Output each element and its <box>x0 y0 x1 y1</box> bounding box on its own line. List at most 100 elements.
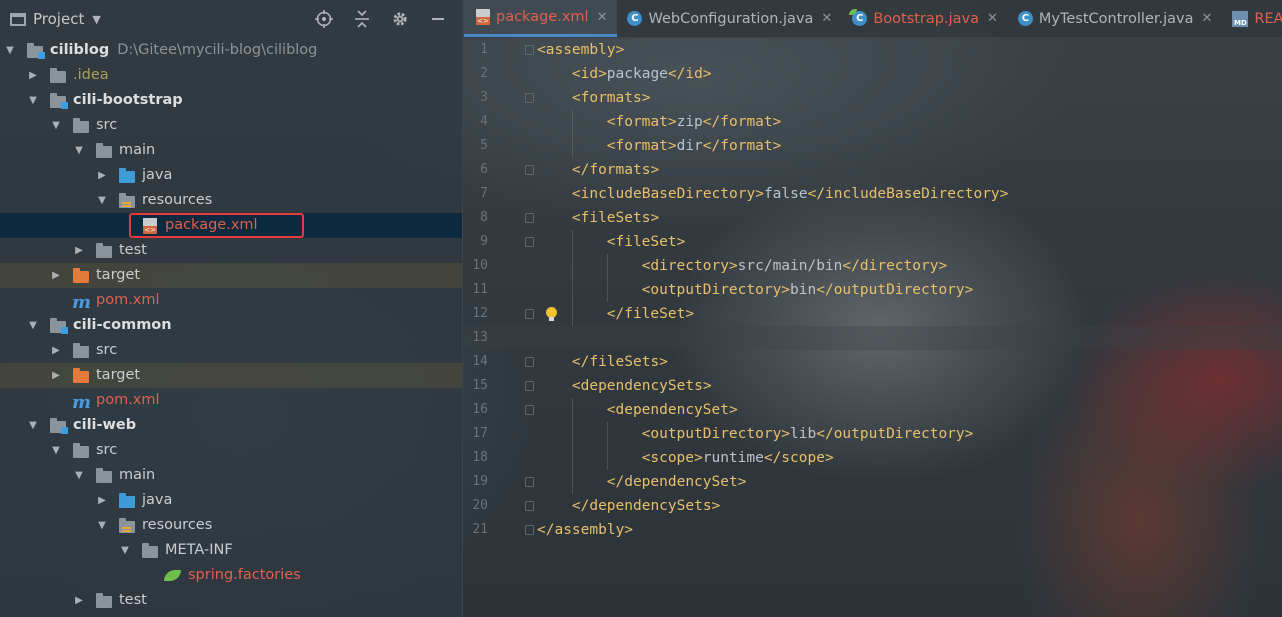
tree-item[interactable]: ▼ main <box>0 463 462 488</box>
code-line[interactable]: 14 </fileSets> <box>464 350 1282 374</box>
tree-item[interactable]: ▼ resources <box>0 513 462 538</box>
code-line[interactable]: 9 <fileSet> <box>464 230 1282 254</box>
code-line[interactable]: 4 <format>zip</format> <box>464 110 1282 134</box>
expanded-arrow-icon[interactable]: ▼ <box>96 188 108 213</box>
code-line[interactable]: 20 </dependencySets> <box>464 494 1282 518</box>
tree-item[interactable]: ▼ META-INF <box>0 538 462 563</box>
close-icon[interactable]: ✕ <box>987 11 998 26</box>
editor-tab[interactable]: MD README <box>1222 0 1282 37</box>
tree-item[interactable]: ▶ src <box>0 338 462 363</box>
tree-item[interactable]: ▶ target <box>0 263 462 288</box>
code-line[interactable]: 2 <id>package</id> <box>464 62 1282 86</box>
collapsed-arrow-icon[interactable]: ▶ <box>96 163 108 188</box>
tree-item[interactable]: ▶ test <box>0 588 462 613</box>
close-icon[interactable]: ✕ <box>1202 11 1213 26</box>
tree-item-label: main <box>119 467 156 483</box>
project-view-selector[interactable]: Project <box>33 10 84 28</box>
close-icon[interactable]: ✕ <box>597 10 608 25</box>
editor-tab[interactable]: C Bootstrap.java ✕ <box>842 0 1008 37</box>
code-line[interactable]: 19 </dependencySet> <box>464 470 1282 494</box>
tree-item[interactable]: ▶mpom.xml <box>0 288 462 313</box>
code-line[interactable]: 11 <outputDirectory>bin</outputDirectory> <box>464 278 1282 302</box>
code-line[interactable]: 8 <fileSets> <box>464 206 1282 230</box>
code-line[interactable]: 3 <formats> <box>464 86 1282 110</box>
collapsed-arrow-icon[interactable]: ▶ <box>73 238 85 263</box>
tree-item[interactable]: ▼ ciliblog D:\Gitee\mycili-blog\ciliblog <box>0 38 462 63</box>
editor-tab[interactable]: package.xml ✕ <box>464 0 618 37</box>
fold-marker-icon[interactable] <box>525 405 534 415</box>
collapse-all-button[interactable] <box>352 9 372 29</box>
code-line[interactable]: 1 <assembly> <box>464 38 1282 62</box>
fold-marker-icon[interactable] <box>525 477 534 487</box>
code-line[interactable]: 21 </assembly> <box>464 518 1282 542</box>
code-line[interactable]: 17 <outputDirectory>lib</outputDirectory> <box>464 422 1282 446</box>
expanded-arrow-icon[interactable]: ▼ <box>27 413 39 438</box>
chevron-down-icon[interactable]: ▼ <box>92 13 100 26</box>
collapsed-arrow-icon[interactable]: ▶ <box>96 488 108 513</box>
expanded-arrow-icon[interactable]: ▼ <box>50 438 62 463</box>
code-line[interactable]: 10 <directory>src/main/bin</directory> <box>464 254 1282 278</box>
fold-marker-icon[interactable] <box>525 93 534 103</box>
settings-button[interactable] <box>390 9 410 29</box>
tree-item[interactable]: ▶mpom.xml <box>0 388 462 413</box>
fold-marker-icon[interactable] <box>525 237 534 247</box>
locate-file-button[interactable] <box>314 9 334 29</box>
tree-item[interactable]: ▶ target <box>0 363 462 388</box>
expanded-arrow-icon[interactable]: ▼ <box>50 113 62 138</box>
tree-item[interactable]: ▶spring.factories <box>0 563 462 588</box>
tree-item[interactable]: ▶ java <box>0 163 462 188</box>
fold-marker-icon[interactable] <box>525 357 534 367</box>
fold-marker-icon[interactable] <box>525 309 534 319</box>
fold-marker-icon[interactable] <box>525 165 534 175</box>
expanded-arrow-icon[interactable]: ▼ <box>73 463 85 488</box>
code-line[interactable]: 7 <includeBaseDirectory>false</includeBas… <box>464 182 1282 206</box>
project-tree[interactable]: ▼ ciliblog D:\Gitee\mycili-blog\ciliblog ▶.… <box>0 38 462 613</box>
collapsed-arrow-icon[interactable]: ▶ <box>50 263 62 288</box>
fold-marker-icon[interactable] <box>525 525 534 535</box>
tree-item[interactable]: ▶ test <box>0 238 462 263</box>
expanded-arrow-icon[interactable]: ▼ <box>27 313 39 338</box>
tree-item[interactable]: ▼ main <box>0 138 462 163</box>
code-line[interactable]: 16 <dependencySet> <box>464 398 1282 422</box>
expanded-arrow-icon[interactable]: ▼ <box>96 513 108 538</box>
collapsed-arrow-icon[interactable]: ▶ <box>50 338 62 363</box>
tree-item-label: resources <box>142 517 213 533</box>
code-line[interactable]: 15 <dependencySets> <box>464 374 1282 398</box>
tree-item[interactable]: ▼ cili-common <box>0 313 462 338</box>
lightbulb-icon[interactable] <box>545 307 558 321</box>
code-line[interactable]: 12 </fileSet> <box>464 302 1282 326</box>
tree-item[interactable]: ▼ cili-web <box>0 413 462 438</box>
collapsed-arrow-icon[interactable]: ▶ <box>73 588 85 613</box>
fold-marker-icon[interactable] <box>525 213 534 223</box>
expanded-arrow-icon[interactable]: ▼ <box>4 38 16 63</box>
fold-marker-icon[interactable] <box>525 501 534 511</box>
tree-item[interactable]: ▶ java <box>0 488 462 513</box>
fold-marker-icon[interactable] <box>525 45 534 55</box>
expanded-arrow-icon[interactable]: ▼ <box>119 538 131 563</box>
tree-item-label: cili-common <box>73 317 172 333</box>
code-editor[interactable]: 1 <assembly> 2 <id>package</id> 3 <formats> 4 <… <box>464 38 1282 617</box>
tree-item[interactable]: ▼ src <box>0 438 462 463</box>
editor-tab[interactable]: C MyTestController.java ✕ <box>1008 0 1223 37</box>
code-line[interactable]: 6 </formats> <box>464 158 1282 182</box>
code-line[interactable]: 5 <format>dir</format> <box>464 134 1282 158</box>
tree-item[interactable]: ▶ .idea <box>0 63 462 88</box>
code-line[interactable]: 13 <box>464 326 1282 350</box>
tree-item[interactable]: ▼ src <box>0 113 462 138</box>
close-icon[interactable]: ✕ <box>821 11 832 26</box>
collapsed-arrow-icon[interactable]: ▶ <box>50 363 62 388</box>
expanded-arrow-icon[interactable]: ▼ <box>73 138 85 163</box>
indent-guide <box>571 254 573 278</box>
expanded-arrow-icon[interactable]: ▼ <box>27 88 39 113</box>
tree-item[interactable]: ▼ cili-bootstrap <box>0 88 462 113</box>
code-line[interactable]: 18 <scope>runtime</scope> <box>464 446 1282 470</box>
hide-panel-button[interactable] <box>428 9 448 29</box>
line-number: 9 <box>480 234 488 249</box>
collapsed-arrow-icon[interactable]: ▶ <box>27 63 39 88</box>
tree-item-label: java <box>142 167 173 183</box>
code-text: <fileSets> <box>571 210 660 226</box>
fold-marker-icon[interactable] <box>525 381 534 391</box>
code-text: </dependencySet> <box>606 474 747 490</box>
editor-tab[interactable]: C WebConfiguration.java ✕ <box>617 0 842 37</box>
tree-item[interactable]: ▼ resources <box>0 188 462 213</box>
